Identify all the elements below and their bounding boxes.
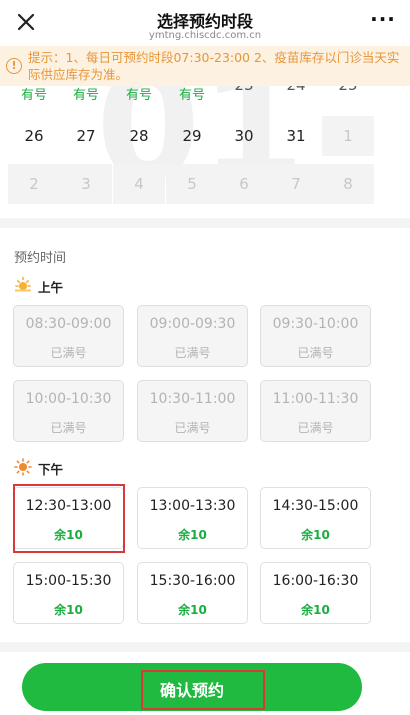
- date-cell-unavailable: 3: [60, 164, 112, 204]
- slot-time: 15:00-15:30: [25, 573, 112, 589]
- date-availability-badge[interactable]: 有号: [166, 86, 218, 106]
- slot-remaining: 余10: [178, 603, 207, 617]
- date-cell-unavailable: 2: [8, 164, 60, 204]
- date-availability-badge[interactable]: 有号: [113, 86, 165, 106]
- slot-time: 10:30-11:00: [149, 391, 236, 407]
- info-icon: !: [6, 58, 22, 74]
- slot-remaining: 余10: [301, 528, 330, 542]
- slot-time: 09:30-10:00: [272, 316, 359, 332]
- highlight-box-confirm: [141, 670, 265, 710]
- slot-remaining: 余10: [301, 603, 330, 617]
- date-availability-badge[interactable]: 有号: [60, 86, 112, 106]
- slot-time: 14:30-15:00: [272, 498, 359, 514]
- time-slot-available[interactable]: 13:00-13:30 余10: [137, 487, 248, 549]
- time-slot-full: 10:00-10:30 已满号: [13, 380, 124, 442]
- slot-status: 已满号: [174, 346, 211, 360]
- time-slot-available[interactable]: 15:30-16:00 余10: [137, 562, 248, 624]
- slot-time: 10:00-10:30: [25, 391, 112, 407]
- slot-time: 15:30-16:00: [149, 573, 236, 589]
- time-slot-full: 09:00-09:30 已满号: [137, 305, 248, 367]
- slot-remaining: 余10: [54, 603, 83, 617]
- calendar-week-row: 26 27 28 29 30 31 1: [8, 116, 374, 156]
- slot-time: 13:00-13:30: [149, 498, 236, 514]
- date-cell[interactable]: 30: [218, 116, 270, 156]
- slot-time: 09:00-09:30: [149, 316, 236, 332]
- header-bar: 选择预约时段 ymtng.chiscdc.com.cn ···: [0, 0, 410, 44]
- time-slot-full: 09:30-10:00 已满号: [260, 305, 371, 367]
- date-number[interactable]: 25: [322, 86, 374, 94]
- slot-time: 11:00-11:30: [272, 391, 359, 407]
- section-divider: [0, 218, 410, 228]
- page-domain: ymtng.chiscdc.com.cn: [148, 30, 262, 41]
- notice-text: 提示：1、每日可预约时段07:30-23:00 2、疫苗库存以门诊当天实际供应库…: [28, 50, 400, 82]
- date-cell[interactable]: 31: [270, 116, 322, 156]
- date-cell-unavailable: 8: [322, 164, 374, 204]
- time-slot-available[interactable]: 15:00-15:30 余10: [13, 562, 124, 624]
- date-cell-unavailable: 7: [270, 164, 322, 204]
- date-cell-unavailable: 5: [166, 164, 218, 204]
- bottom-spacer: [0, 642, 410, 652]
- page-title: 选择预约时段: [156, 12, 253, 31]
- date-number[interactable]: 24: [270, 86, 322, 94]
- slot-remaining: 余10: [178, 528, 207, 542]
- time-slot-available[interactable]: 14:30-15:00 余10: [260, 487, 371, 549]
- afternoon-label: 下午: [38, 462, 64, 477]
- slot-time: 08:30-09:00: [25, 316, 112, 332]
- date-cell[interactable]: 28: [113, 116, 165, 156]
- sun-icon: [14, 458, 32, 476]
- section-title: 预约时间: [14, 251, 67, 266]
- date-cell[interactable]: 29: [166, 116, 218, 156]
- more-menu-icon[interactable]: ···: [370, 9, 396, 34]
- date-cell-unavailable: 4: [113, 164, 165, 204]
- slot-status: 已满号: [297, 421, 334, 435]
- calendar-week-row: 2 3 4 5 6 7 8: [8, 164, 374, 204]
- slot-status: 已满号: [297, 346, 334, 360]
- date-number[interactable]: 23: [218, 86, 270, 94]
- notice-banner: ! 提示：1、每日可预约时段07:30-23:00 2、疫苗库存以门诊当天实际供…: [0, 46, 410, 86]
- slot-status: 已满号: [174, 421, 211, 435]
- slot-status: 已满号: [50, 346, 87, 360]
- date-cell-unavailable: 6: [218, 164, 270, 204]
- slot-status: 已满号: [50, 421, 87, 435]
- time-slot-full: 10:30-11:00 已满号: [137, 380, 248, 442]
- date-cell[interactable]: 26: [8, 116, 60, 156]
- date-calendar: 01 有号 有号 有号 有号 23 24 25 26 27 28 29 30 3…: [0, 86, 410, 216]
- time-slot-available[interactable]: 16:00-16:30 余10: [260, 562, 371, 624]
- date-cell-unavailable: 1: [322, 116, 374, 156]
- time-slot-full: 11:00-11:30 已满号: [260, 380, 371, 442]
- highlight-box-selected-slot: [13, 484, 125, 553]
- date-availability-badge[interactable]: 有号: [8, 86, 60, 106]
- sun-icon: [14, 276, 32, 294]
- slot-time: 16:00-16:30: [272, 573, 359, 589]
- date-cell[interactable]: 27: [60, 116, 112, 156]
- morning-label: 上午: [38, 280, 64, 295]
- time-slot-full: 08:30-09:00 已满号: [13, 305, 124, 367]
